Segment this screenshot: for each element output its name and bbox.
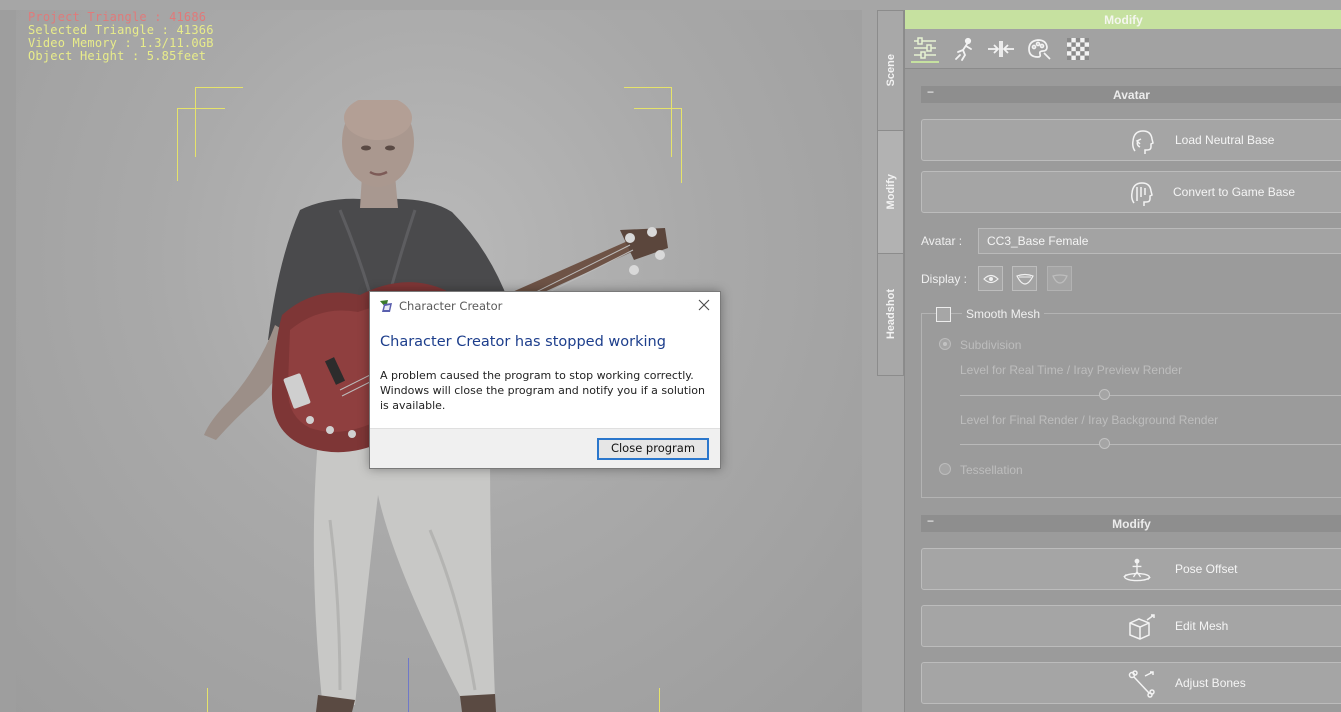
avatar-section-header[interactable]: − Avatar bbox=[921, 85, 1341, 103]
pose-offset-label: Pose Offset bbox=[1175, 562, 1238, 576]
subdivision-radio[interactable] bbox=[939, 338, 951, 350]
paint-palette-icon[interactable] bbox=[1025, 35, 1053, 63]
bone-icon bbox=[1128, 670, 1155, 698]
tessellation-label: Tessellation bbox=[960, 463, 1023, 477]
dialog-heading: Character Creator has stopped working bbox=[380, 334, 666, 350]
viewport-stats: Project Triangle : 41686 Selected Triang… bbox=[28, 11, 214, 63]
crash-dialog: Character Creator Character Creator has … bbox=[369, 291, 721, 469]
subdivision-label: Subdivision bbox=[960, 338, 1022, 352]
viewport-left-gutter bbox=[0, 10, 16, 712]
adjust-bones-label: Adjust Bones bbox=[1175, 676, 1246, 690]
display-eye-icon[interactable] bbox=[978, 266, 1003, 291]
modify-panel: Modify − Avatar Load Neutral Base Conver… bbox=[904, 10, 1341, 712]
close-program-button[interactable]: Close program bbox=[597, 438, 709, 460]
app-window: Project Triangle : 41686 Selected Triang… bbox=[0, 0, 1341, 712]
avatar-name-field[interactable]: CC3_Base Female bbox=[978, 228, 1341, 254]
convert-to-game-base-button[interactable]: Convert to Game Base bbox=[921, 171, 1341, 213]
realtime-level-label: Level for Real Time / Iray Preview Rende… bbox=[960, 363, 1183, 377]
dialog-title: Character Creator bbox=[399, 299, 503, 313]
tab-scene-label: Scene bbox=[884, 54, 897, 87]
display-teeth-icon[interactable] bbox=[1047, 266, 1072, 291]
modify-section-title: Modify bbox=[1112, 516, 1151, 531]
head-convert-icon bbox=[1131, 182, 1153, 206]
load-neutral-base-button[interactable]: Load Neutral Base bbox=[921, 119, 1341, 161]
edit-mesh-label: Edit Mesh bbox=[1175, 619, 1229, 633]
final-level-slider[interactable] bbox=[960, 444, 1341, 445]
avatar-section-title: Avatar bbox=[1113, 87, 1150, 102]
tab-headshot[interactable]: Headshot bbox=[878, 254, 903, 375]
head-reload-icon bbox=[1132, 130, 1154, 154]
panel-toolbar bbox=[905, 29, 1341, 69]
edit-mesh-icon bbox=[1129, 614, 1155, 640]
pose-offset-button[interactable]: Pose Offset bbox=[921, 548, 1341, 590]
tessellation-radio[interactable] bbox=[939, 463, 951, 475]
avatar-label: Avatar : bbox=[921, 234, 963, 248]
side-tab-strip: Scene Modify Headshot bbox=[877, 10, 904, 376]
dialog-footer: Close program bbox=[370, 428, 720, 468]
realtime-level-knob[interactable] bbox=[1099, 389, 1110, 400]
convert-to-game-base-label: Convert to Game Base bbox=[1173, 185, 1296, 199]
display-label: Display : bbox=[921, 272, 968, 286]
adjust-bones-button[interactable]: Adjust Bones bbox=[921, 662, 1341, 704]
realtime-level-slider[interactable] bbox=[960, 395, 1341, 396]
pose-offset-icon bbox=[1123, 558, 1151, 582]
pose-icon[interactable] bbox=[950, 35, 978, 63]
modify-section-header[interactable]: − Modify bbox=[921, 514, 1341, 532]
dialog-titlebar[interactable]: Character Creator bbox=[370, 292, 720, 320]
tab-modify[interactable]: Modify bbox=[878, 131, 903, 254]
final-level-label: Level for Final Render / Iray Background… bbox=[960, 413, 1219, 427]
modify-collapse-icon[interactable]: − bbox=[927, 514, 934, 528]
final-level-knob[interactable] bbox=[1099, 438, 1110, 449]
smooth-mesh-label: Smooth Mesh bbox=[962, 307, 1045, 321]
tab-headshot-label: Headshot bbox=[884, 289, 897, 340]
close-icon[interactable] bbox=[696, 297, 712, 313]
smooth-mesh-checkbox[interactable] bbox=[936, 307, 951, 322]
compress-icon[interactable] bbox=[987, 35, 1015, 63]
tab-scene[interactable]: Scene bbox=[878, 11, 903, 131]
object-height-stat: Object Height : 5.85feet bbox=[28, 49, 207, 63]
edit-mesh-button[interactable]: Edit Mesh bbox=[921, 605, 1341, 647]
load-neutral-base-label: Load Neutral Base bbox=[1175, 133, 1275, 147]
panel-header: Modify bbox=[905, 10, 1341, 29]
dialog-message: A problem caused the program to stop wor… bbox=[380, 369, 705, 412]
app-icon bbox=[380, 300, 392, 312]
tab-modify-label: Modify bbox=[884, 174, 897, 210]
display-mouth-icon[interactable] bbox=[1012, 266, 1037, 291]
avatar-collapse-icon[interactable]: − bbox=[927, 85, 934, 99]
sliders-icon[interactable] bbox=[911, 35, 939, 63]
checker-texture-icon[interactable] bbox=[1064, 35, 1092, 63]
